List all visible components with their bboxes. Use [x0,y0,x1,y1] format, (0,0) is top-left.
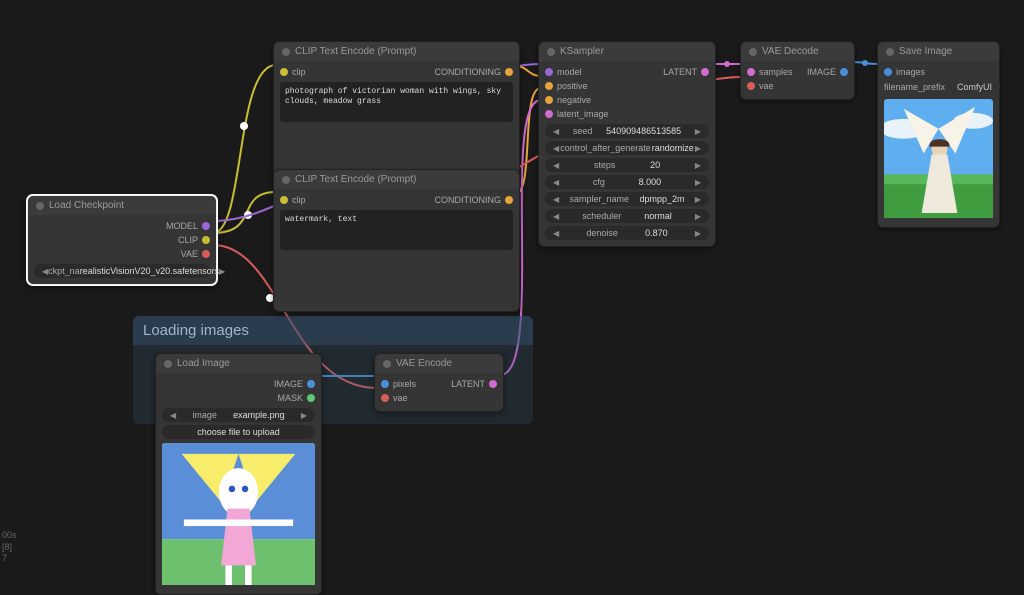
input-image-preview [162,443,315,588]
port-in-clip[interactable] [280,196,288,204]
ckpt-name-select[interactable]: ◀ ckpt_narealisticVisionV20_v20.safetens… [34,264,210,278]
node-collapse-icon[interactable] [164,360,172,368]
node-load-checkpoint[interactable]: Load Checkpoint MODEL CLIP VAE ◀ ckpt_na… [27,195,217,285]
prompt-textarea[interactable]: photograph of victorian woman with wings… [280,82,513,122]
group-title: Loading images [133,316,533,345]
node-vae-decode[interactable]: VAE Decode samplesIMAGE vae [740,41,855,100]
seed-input[interactable]: ◀seed540909486513585▶ [545,124,709,138]
port-in-samples[interactable] [747,68,755,76]
chevron-left-icon: ◀ [170,411,176,420]
node-ksampler[interactable]: KSampler modelLATENT positive negative l… [538,41,716,247]
node-title: Save Image [899,46,952,57]
sampler-name-select[interactable]: ◀sampler_namedpmpp_2m▶ [545,192,709,206]
image-select[interactable]: ◀ image example.png ▶ [162,408,315,422]
denoise-input[interactable]: ◀denoise0.870▶ [545,226,709,240]
port-out-latent[interactable] [489,380,497,388]
node-graph-canvas[interactable]: Loading images Load Checkpoint MODEL CLI… [0,0,1024,569]
node-collapse-icon[interactable] [886,48,894,56]
node-clip-text-encode-negative[interactable]: CLIP Text Encode (Prompt) clip CONDITION… [273,169,520,312]
port-in-images[interactable] [884,68,892,76]
node-collapse-icon[interactable] [749,48,757,56]
node-collapse-icon[interactable] [282,48,290,56]
node-title: KSampler [560,46,604,57]
port-out-image[interactable] [307,380,315,388]
choose-file-button[interactable]: choose file to upload [162,425,315,439]
port-in-clip[interactable] [280,68,288,76]
node-title: Load Checkpoint [49,200,124,211]
steps-input[interactable]: ◀steps20▶ [545,158,709,172]
node-title: VAE Encode [396,358,452,369]
port-out-mask[interactable] [307,394,315,402]
port-out-latent[interactable] [701,68,709,76]
cfg-input[interactable]: ◀cfg8.000▶ [545,175,709,189]
port-in-vae[interactable] [747,82,755,90]
node-title: Load Image [177,358,230,369]
port-out-conditioning[interactable] [505,68,513,76]
control-after-generate-select[interactable]: ◀control_after_generaterandomize▶ [545,141,709,155]
node-collapse-icon[interactable] [383,360,391,368]
port-out-model[interactable] [202,222,210,230]
filename-prefix-input[interactable]: ComfyUI [949,81,1000,93]
node-vae-encode[interactable]: VAE Encode pixels LATENT vae [374,353,504,412]
port-in-latent-image[interactable] [545,110,553,118]
output-image-preview [884,99,993,221]
node-title: CLIP Text Encode (Prompt) [295,174,416,185]
node-collapse-icon[interactable] [282,176,290,184]
port-out-clip[interactable] [202,236,210,244]
node-load-image[interactable]: Load Image IMAGE MASK ◀ image example.pn… [155,353,322,595]
filename-prefix-label: filename_prefix [884,82,945,92]
node-collapse-icon[interactable] [547,48,555,56]
node-save-image[interactable]: Save Image images filename_prefix ComfyU… [877,41,1000,228]
chevron-right-icon: ▶ [219,267,225,276]
port-in-vae[interactable] [381,394,389,402]
scheduler-select[interactable]: ◀schedulernormal▶ [545,209,709,223]
port-in-pixels[interactable] [381,380,389,388]
node-clip-text-encode-positive[interactable]: CLIP Text Encode (Prompt) clip CONDITION… [273,41,520,179]
node-title: VAE Decode [762,46,819,57]
port-in-positive[interactable] [545,82,553,90]
port-out-conditioning[interactable] [505,196,513,204]
node-collapse-icon[interactable] [36,202,44,210]
prompt-textarea[interactable]: watermark, text [280,210,513,250]
chevron-right-icon: ▶ [301,411,307,420]
node-title: CLIP Text Encode (Prompt) [295,46,416,57]
status-readout: 00s [8] 7 [2,530,17,565]
port-out-vae[interactable] [202,250,210,258]
port-in-negative[interactable] [545,96,553,104]
port-out-image[interactable] [840,68,848,76]
port-in-model[interactable] [545,68,553,76]
